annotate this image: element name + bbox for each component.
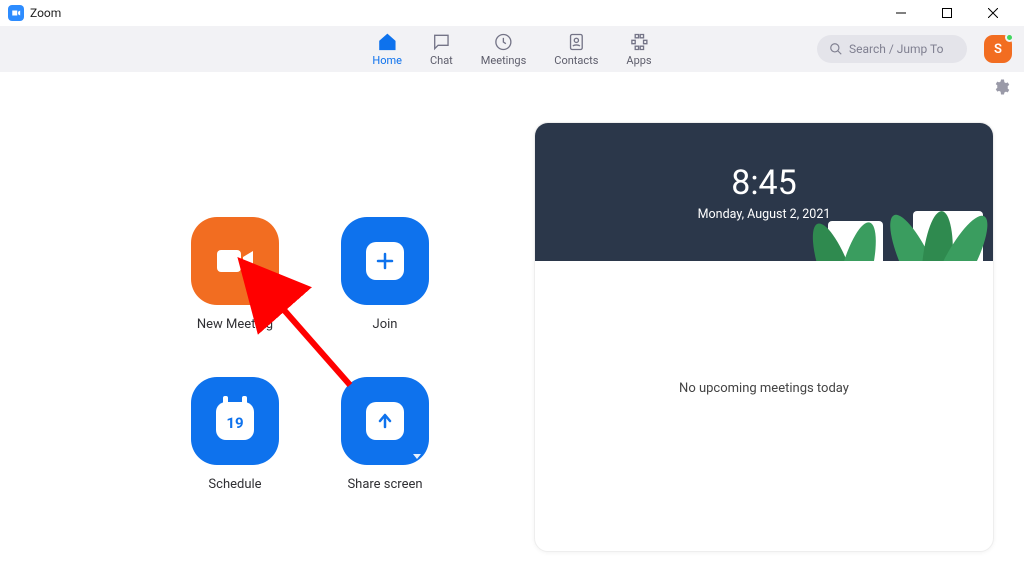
action-schedule: 19 Schedule	[160, 377, 310, 507]
join-button[interactable]	[341, 217, 429, 305]
search-placeholder: Search / Jump To	[849, 42, 943, 56]
app-title: Zoom	[30, 6, 61, 20]
plant-illustration-icon	[913, 211, 983, 261]
action-label: Join	[373, 317, 398, 332]
actions-grid: New Meeting Join 19 Schedule	[160, 217, 460, 552]
action-join: Join	[310, 217, 460, 347]
action-share-screen: Share screen	[310, 377, 460, 507]
clock-date: Monday, August 2, 2021	[698, 207, 831, 222]
avatar-initial: S	[994, 42, 1002, 57]
titlebar: Zoom	[0, 0, 1024, 26]
gear-icon	[992, 78, 1010, 96]
settings-bar	[0, 72, 1024, 100]
calendar-icon: 19	[216, 402, 254, 440]
search-input[interactable]: Search / Jump To	[817, 35, 967, 63]
search-icon	[829, 42, 843, 56]
action-label: Share screen	[347, 477, 422, 492]
tab-apps[interactable]: Apps	[626, 32, 651, 67]
tab-label: Meetings	[481, 54, 526, 67]
chevron-down-icon	[413, 454, 421, 459]
clock-icon	[494, 32, 514, 52]
chat-icon	[431, 32, 451, 52]
action-new-meeting: New Meeting	[160, 217, 310, 347]
clock-time: 8:45	[731, 163, 797, 203]
info-panel: 8:45 Monday, August 2, 2021 No upcoming …	[534, 122, 994, 552]
avatar[interactable]: S	[984, 35, 1012, 63]
plus-icon	[366, 242, 404, 280]
calendar-day: 19	[226, 414, 243, 432]
tab-home[interactable]: Home	[372, 32, 402, 67]
zoom-logo-icon	[8, 5, 24, 21]
settings-button[interactable]	[992, 78, 1010, 100]
action-label: New Meeting	[197, 317, 273, 332]
presence-indicator-icon	[1005, 33, 1014, 42]
plant-illustration-icon	[828, 221, 883, 261]
chevron-down-icon	[263, 294, 271, 299]
new-meeting-button[interactable]	[191, 217, 279, 305]
schedule-button[interactable]: 19	[191, 377, 279, 465]
tab-contacts[interactable]: Contacts	[554, 32, 598, 67]
tab-label: Apps	[626, 54, 651, 67]
meetings-empty-state: No upcoming meetings today	[535, 261, 993, 396]
share-screen-button[interactable]	[341, 377, 429, 465]
hero-banner: 8:45 Monday, August 2, 2021	[535, 123, 993, 261]
home-icon	[377, 32, 397, 52]
apps-icon	[629, 32, 649, 52]
close-button[interactable]	[970, 0, 1016, 26]
empty-message: No upcoming meetings today	[679, 381, 849, 396]
tab-meetings[interactable]: Meetings	[481, 32, 526, 67]
window-controls	[878, 0, 1016, 26]
maximize-button[interactable]	[924, 0, 970, 26]
nav-tabs: Home Chat Meetings Contacts Apps	[372, 32, 651, 67]
contacts-icon	[566, 32, 586, 52]
arrow-up-icon	[366, 402, 404, 440]
action-label: Schedule	[208, 477, 261, 492]
tab-label: Home	[372, 54, 402, 67]
main-content: New Meeting Join 19 Schedule	[0, 100, 1024, 552]
video-icon	[215, 246, 255, 276]
tab-chat[interactable]: Chat	[430, 32, 453, 67]
minimize-button[interactable]	[878, 0, 924, 26]
top-nav: Home Chat Meetings Contacts Apps	[0, 26, 1024, 72]
tab-label: Chat	[430, 54, 453, 67]
tab-label: Contacts	[554, 54, 598, 67]
